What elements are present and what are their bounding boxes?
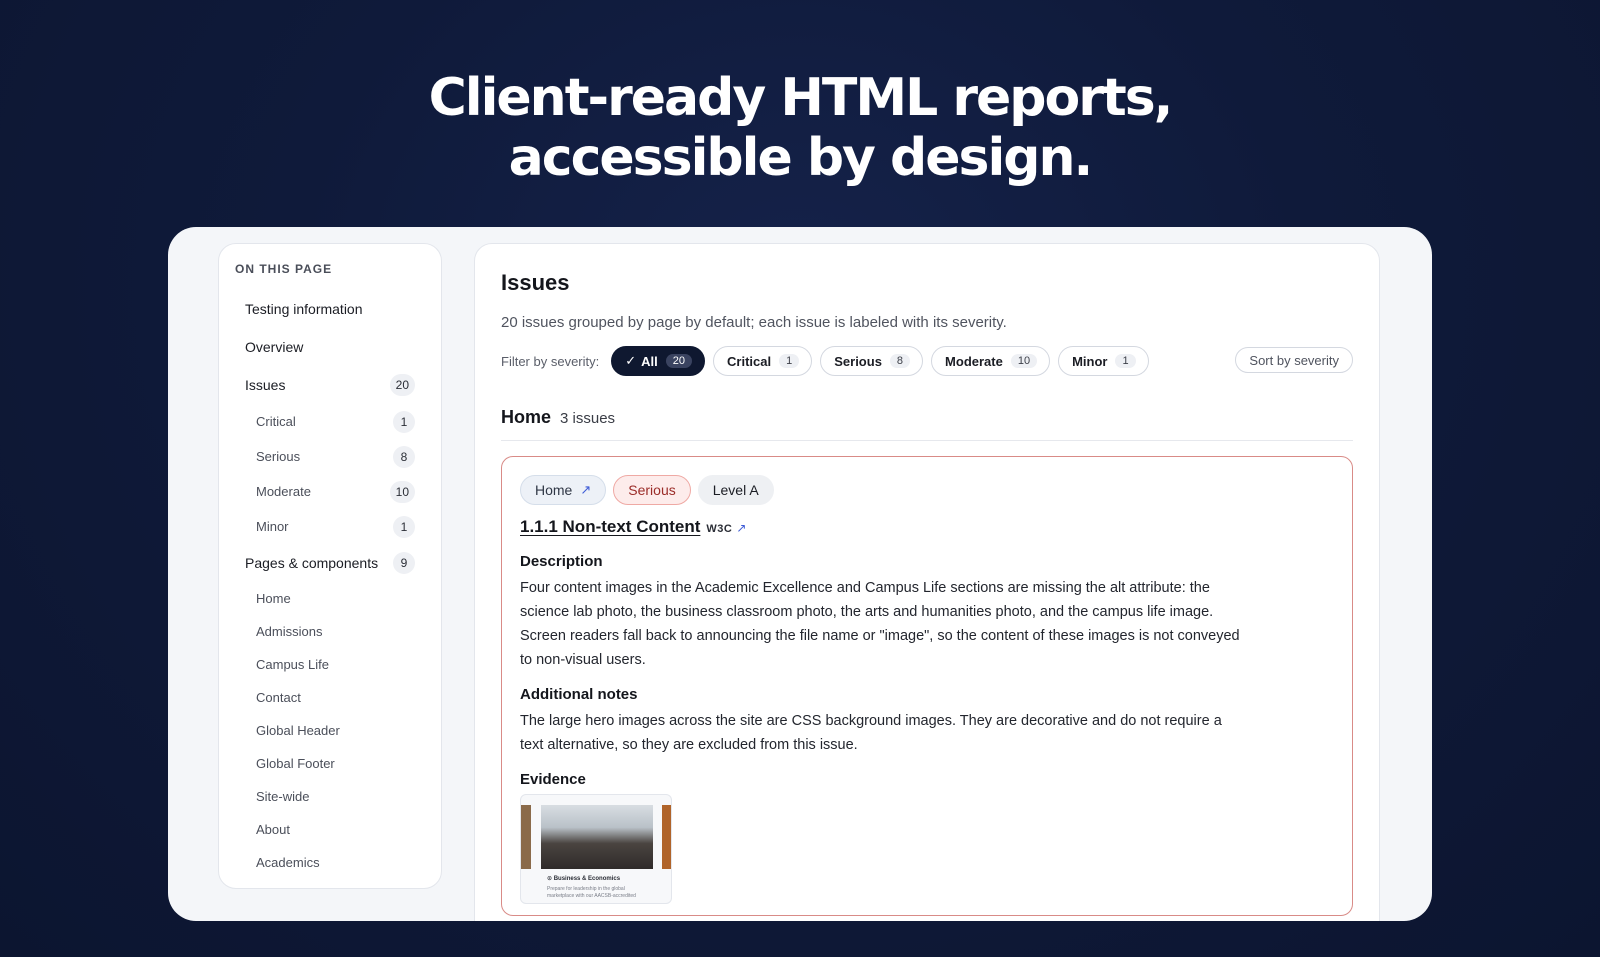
- evidence-subtext: Prepare for leadership in the global mar…: [547, 886, 636, 899]
- toc-page-site-wide[interactable]: Site-wide: [233, 780, 427, 813]
- toc-item-label: Pages & components: [245, 555, 379, 571]
- filter-chip-count: 1: [1115, 354, 1136, 368]
- table-of-contents: ON THIS PAGE Testing information Overvie…: [218, 243, 442, 889]
- toc-item-testing-information[interactable]: Testing information: [233, 290, 427, 328]
- evidence-screenshot[interactable]: ⊙ Business & Economics Prepare for leade…: [520, 794, 672, 904]
- criterion-link[interactable]: 1.1.1 Non-text Content: [520, 517, 700, 537]
- filter-chip-label: All: [641, 353, 658, 369]
- toc-sub-label: Serious: [256, 449, 301, 464]
- count-badge: 9: [393, 552, 415, 574]
- filter-label: Filter by severity:: [501, 353, 600, 369]
- page-tag-link[interactable]: Home ↗: [520, 475, 607, 505]
- external-link-icon: ↗: [580, 482, 592, 497]
- filter-chip-count: 1: [779, 354, 800, 368]
- w3c-link[interactable]: W3C: [706, 523, 732, 535]
- toc-sub-minor[interactable]: Minor 1: [233, 509, 427, 544]
- issues-intro: 20 issues grouped by page by default; ea…: [501, 314, 1007, 331]
- toc-page-about[interactable]: About: [233, 813, 427, 846]
- criterion-heading: 1.1.1 Non-text Content W3C ↗: [520, 517, 1334, 537]
- description-label: Description: [520, 553, 603, 570]
- evidence-classroom-photo: [541, 805, 653, 869]
- report-frame: ON THIS PAGE Testing information Overvie…: [168, 227, 1432, 921]
- page-title: Issues: [501, 270, 570, 295]
- evidence-adjacent-image: [662, 805, 671, 869]
- toc-page-academics[interactable]: Academics: [233, 846, 427, 879]
- issue-tags: Home ↗ Serious Level A: [520, 475, 1334, 505]
- filter-chip-label: Minor: [1072, 353, 1108, 369]
- toc-item-label: Testing information: [245, 301, 363, 317]
- filter-chip-critical[interactable]: Critical 1: [713, 346, 813, 376]
- toc-item-pages-components[interactable]: Pages & components 9: [233, 544, 427, 582]
- sort-by-severity-button[interactable]: Sort by severity: [1235, 347, 1353, 373]
- toc-item-issues[interactable]: Issues 20: [233, 366, 427, 404]
- filter-chip-label: Moderate: [945, 353, 1003, 369]
- toc-page-global-header[interactable]: Global Header: [233, 714, 427, 747]
- count-badge: 1: [393, 410, 415, 433]
- hero-line-1: Client-ready HTML reports,: [428, 68, 1174, 128]
- hero-headline: Client-ready HTML reports, accessible by…: [0, 68, 1600, 188]
- filter-chip-count: 20: [665, 354, 693, 368]
- evidence-adjacent-image: [521, 805, 531, 869]
- description-text: Four content images in the Academic Exce…: [520, 580, 1240, 668]
- filter-chip-moderate[interactable]: Moderate 10: [931, 346, 1051, 376]
- check-icon: ✓: [625, 353, 637, 368]
- filter-chip-label: Critical: [727, 353, 772, 369]
- issue-card: Home ↗ Serious Level A 1.1.1 Non-text Co…: [501, 456, 1353, 916]
- toc-page-global-footer[interactable]: Global Footer: [233, 747, 427, 780]
- section-title: Home: [501, 407, 552, 427]
- count-badge: 8: [393, 445, 415, 468]
- count-badge: 10: [389, 480, 415, 503]
- evidence-caption: ⊙ Business & Economics: [547, 876, 621, 882]
- toc-page-home[interactable]: Home: [233, 582, 427, 615]
- severity-filter-bar: Filter by severity: ✓ All 20 Critical 1 …: [501, 345, 1353, 377]
- count-badge: 1: [393, 515, 415, 538]
- page-tag-label: Home: [535, 482, 573, 498]
- severity-badge: Serious: [613, 475, 691, 505]
- toc-heading: ON THIS PAGE: [235, 262, 333, 276]
- toc-sub-serious[interactable]: Serious 8: [233, 439, 427, 474]
- toc-sub-label: Critical: [256, 414, 296, 429]
- filter-chip-serious[interactable]: Serious 8: [820, 346, 924, 376]
- toc-sub-critical[interactable]: Critical 1: [233, 404, 427, 439]
- toc-item-label: Overview: [245, 339, 304, 355]
- issues-panel: Issues 20 issues grouped by page by defa…: [474, 243, 1380, 921]
- toc-page-contact[interactable]: Contact: [233, 681, 427, 714]
- toc-sub-label: Minor: [256, 519, 289, 534]
- filter-chip-all[interactable]: ✓ All 20: [611, 346, 706, 376]
- toc-sub-label: Moderate: [256, 484, 311, 499]
- toc-page-admissions[interactable]: Admissions: [233, 615, 427, 648]
- toc-sub-moderate[interactable]: Moderate 10: [233, 474, 427, 509]
- filter-chip-label: Serious: [834, 353, 882, 369]
- count-badge: 20: [389, 374, 415, 396]
- filter-chip-count: 10: [1010, 354, 1038, 368]
- notes-label: Additional notes: [520, 686, 638, 703]
- filter-chip-minor[interactable]: Minor 1: [1058, 346, 1149, 376]
- filter-chip-count: 8: [889, 354, 911, 368]
- page-section-header: Home 3 issues: [501, 407, 1353, 441]
- toc-page-campus-life[interactable]: Campus Life: [233, 648, 427, 681]
- hero-line-2: accessible by design.: [508, 128, 1094, 188]
- level-badge: Level A: [697, 475, 774, 505]
- section-issue-count: 3 issues: [560, 410, 616, 427]
- toc-item-label: Issues: [245, 377, 286, 393]
- toc-item-overview[interactable]: Overview: [233, 328, 427, 366]
- external-link-icon: ↗: [736, 521, 747, 535]
- notes-text: The large hero images across the site ar…: [520, 713, 1222, 753]
- evidence-label: Evidence: [520, 771, 586, 788]
